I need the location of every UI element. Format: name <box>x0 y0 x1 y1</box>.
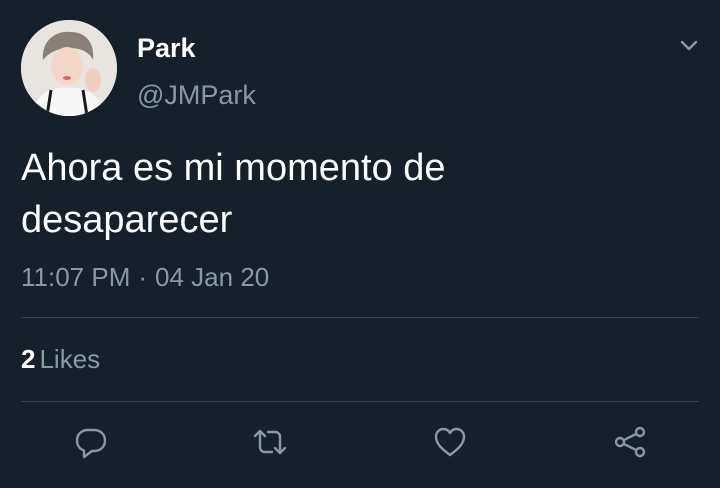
likes-count: 2 <box>21 344 36 374</box>
likes-stat[interactable]: 2 Likes <box>21 342 100 376</box>
likes-label: Likes <box>39 344 101 374</box>
chevron-down-icon[interactable] <box>674 34 704 58</box>
heart-icon[interactable] <box>432 424 468 460</box>
user-handle[interactable]: @JMPark <box>137 78 256 112</box>
divider <box>21 401 699 402</box>
share-icon[interactable] <box>612 424 648 460</box>
display-name[interactable]: Park <box>137 31 196 65</box>
tweet-text: Ahora es mi momento de desaparecer <box>21 147 446 241</box>
tweet-date: 04 Jan 20 <box>155 262 270 292</box>
tweet-time: 11:07 PM <box>21 262 131 292</box>
retweet-icon[interactable] <box>252 424 288 460</box>
meta-separator: · <box>138 262 148 292</box>
avatar[interactable] <box>21 20 117 116</box>
divider <box>21 317 699 318</box>
reply-icon[interactable] <box>73 424 109 460</box>
tweet-timestamp: 11:07 PM · 04 Jan 20 <box>21 260 269 294</box>
avatar-photo <box>21 20 117 116</box>
